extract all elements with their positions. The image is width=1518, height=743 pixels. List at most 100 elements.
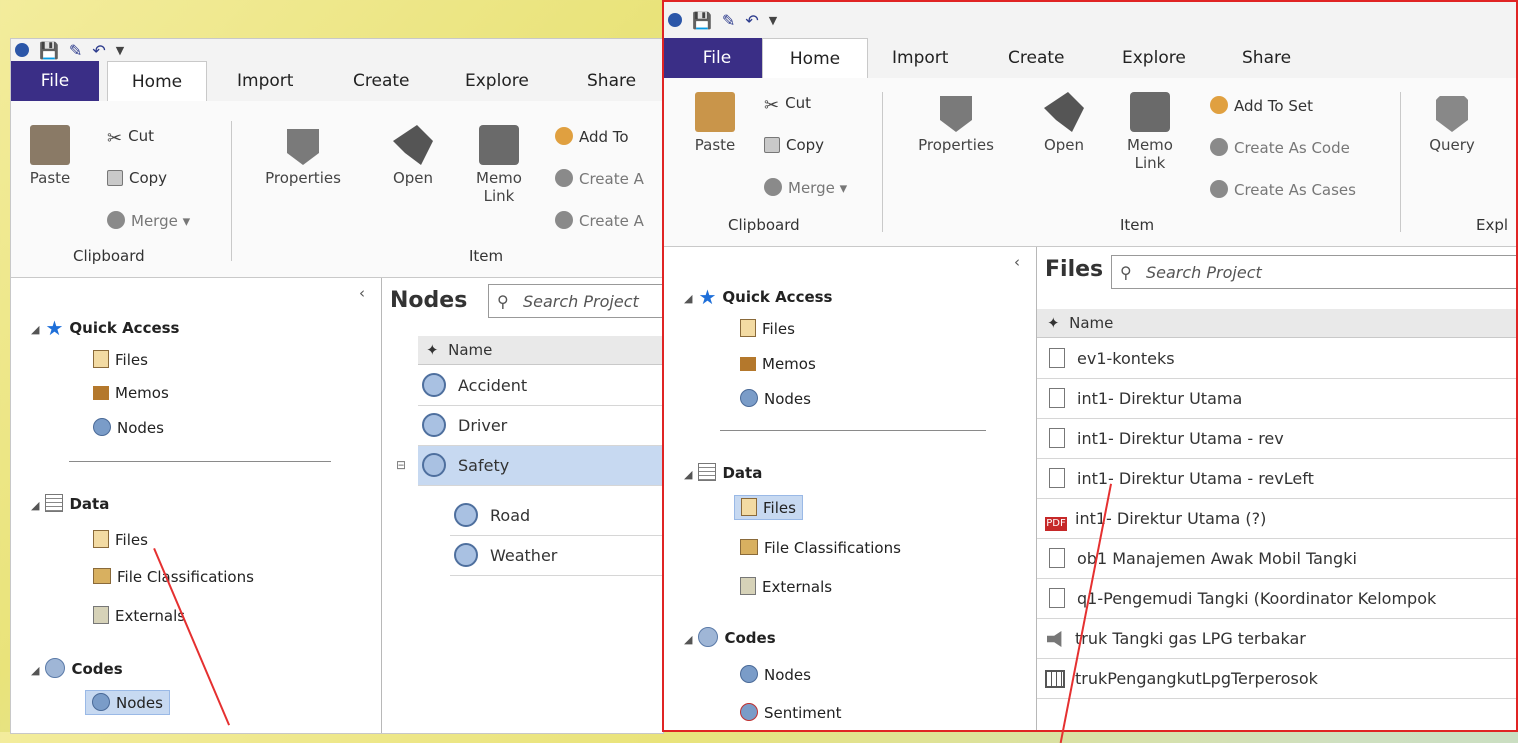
ribbon: Paste ✂ Cut Copy Merge ▾ Clipboard Proper… — [11, 101, 663, 278]
nav-qa-nodes[interactable]: Nodes — [740, 389, 811, 408]
nav-codes[interactable]: ◢ Codes — [31, 658, 123, 678]
customize-dropdown-icon[interactable]: ▼ — [769, 14, 777, 27]
nav-sentiment[interactable]: Sentiment — [740, 703, 842, 722]
properties-button[interactable]: Properties — [906, 92, 1006, 154]
open-button[interactable]: Open — [383, 125, 443, 187]
nav-data-files[interactable]: Files — [93, 530, 148, 549]
search-input[interactable]: ⚲ Search Project — [488, 284, 663, 318]
add-to-set-button[interactable]: Add To Set — [1210, 96, 1313, 115]
nav-file-classifications[interactable]: File Classifications — [740, 539, 901, 557]
expand-triangle-icon[interactable]: ◢ — [31, 664, 39, 677]
nav-qa-files[interactable]: Files — [93, 350, 148, 369]
table-row[interactable]: ev1-konteks — [1037, 339, 1516, 379]
nav-codes[interactable]: ◢ Codes — [684, 627, 776, 647]
collapse-node-icon[interactable]: ⊟ — [396, 458, 406, 472]
nav-externals[interactable]: Externals — [740, 577, 832, 596]
table-row[interactable]: trukPengangkutLpgTerperosok — [1037, 659, 1516, 699]
save-icon[interactable]: 💾 — [39, 41, 59, 60]
nav-qa-memos[interactable]: Memos — [740, 355, 816, 373]
properties-button[interactable]: Properties — [253, 125, 353, 187]
tab-share[interactable]: Share — [581, 61, 642, 101]
nav-quick-access[interactable]: ◢ ★ Quick Access — [684, 285, 833, 309]
row-label: ev1-konteks — [1077, 349, 1175, 368]
expand-triangle-icon[interactable]: ◢ — [684, 292, 692, 305]
tab-import[interactable]: Import — [231, 61, 299, 101]
table-row-selected[interactable]: Safety — [418, 446, 663, 486]
nav-qa-nodes[interactable]: Nodes — [93, 418, 164, 437]
nav-externals[interactable]: Externals — [93, 606, 185, 625]
collapse-pane-icon[interactable]: ‹ — [1014, 253, 1020, 271]
cut-button[interactable]: ✂ Cut — [107, 127, 154, 149]
tab-explore[interactable]: Explore — [459, 61, 535, 101]
app-icon[interactable] — [668, 13, 682, 27]
collapse-pane-icon[interactable]: ‹ — [359, 284, 365, 302]
nav-qa-memos[interactable]: Memos — [93, 384, 169, 402]
paste-button[interactable]: Paste — [25, 125, 75, 187]
paste-button[interactable]: Paste — [686, 92, 744, 154]
tab-share[interactable]: Share — [1236, 38, 1297, 78]
table-row[interactable]: ob1 Manajemen Awak Mobil Tangki — [1037, 539, 1516, 579]
nav-label: Externals — [115, 607, 186, 625]
table-row[interactable]: Road — [450, 496, 663, 536]
tab-home[interactable]: Home — [762, 38, 868, 80]
undo-icon[interactable]: ↶ — [92, 41, 105, 60]
row-label: int1- Direktur Utama - revLeft — [1077, 469, 1314, 488]
create-as-code-button[interactable]: Create A — [555, 169, 644, 188]
nav-data-files[interactable]: Files — [734, 495, 803, 520]
column-header-name[interactable]: ✦ Name — [418, 336, 663, 365]
create-as-code-label: Create As Code — [1234, 139, 1350, 157]
expand-triangle-icon[interactable]: ◢ — [684, 468, 692, 481]
table-row[interactable]: int1- Direktur Utama - rev — [1037, 419, 1516, 459]
nav-quick-access[interactable]: ◢ ★ Quick Access — [31, 316, 180, 340]
create-as-code-button[interactable]: Create As Code — [1210, 138, 1350, 157]
tab-file[interactable]: File — [664, 38, 770, 78]
nav-codes-nodes[interactable]: Nodes — [740, 665, 811, 684]
customize-dropdown-icon[interactable]: ▼ — [116, 44, 124, 57]
cut-button[interactable]: ✂ Cut — [764, 94, 811, 116]
edit-icon[interactable]: ✎ — [722, 11, 735, 30]
tab-home[interactable]: Home — [107, 61, 207, 103]
node-icon — [422, 453, 446, 477]
tab-explore[interactable]: Explore — [1116, 38, 1192, 78]
undo-icon[interactable]: ↶ — [745, 11, 758, 30]
table-row[interactable]: int1- Direktur Utama — [1037, 379, 1516, 419]
table-row[interactable]: truk Tangki gas LPG terbakar — [1037, 619, 1516, 659]
expand-triangle-icon[interactable]: ◢ — [31, 499, 39, 512]
nav-data[interactable]: ◢ Data — [31, 494, 109, 513]
open-button[interactable]: Open — [1034, 92, 1094, 154]
add-to-set-button[interactable]: Add To — [555, 127, 629, 146]
tab-file[interactable]: File — [11, 61, 99, 101]
nav-data[interactable]: ◢ Data — [684, 463, 762, 482]
add-to-set-label: Add To — [579, 128, 629, 146]
nav-codes-nodes[interactable]: Nodes — [85, 690, 170, 715]
merge-button[interactable]: Merge ▾ — [764, 178, 847, 197]
query-button[interactable]: Query — [1424, 92, 1480, 154]
merge-button[interactable]: Merge ▾ — [107, 211, 190, 230]
create-as-cases-button[interactable]: Create As Cases — [1210, 180, 1356, 199]
memo-link-button[interactable]: Memo Link — [469, 125, 529, 205]
search-input[interactable]: ⚲ Search Project — [1111, 255, 1516, 289]
copy-button[interactable]: Copy — [107, 169, 167, 187]
app-icon[interactable] — [15, 43, 29, 57]
copy-button[interactable]: Copy — [764, 136, 824, 154]
table-row[interactable]: q1-Pengemudi Tangki (Koordinator Kelompo… — [1037, 579, 1516, 619]
column-header-name[interactable]: ✦ Name — [1037, 309, 1516, 338]
memo-link-button[interactable]: Memo Link — [1120, 92, 1180, 172]
tab-create[interactable]: Create — [1002, 38, 1071, 78]
create-as-cases-button[interactable]: Create A — [555, 211, 644, 230]
table-row[interactable]: Accident — [418, 366, 663, 406]
table-row[interactable]: Driver — [418, 406, 663, 446]
data-icon — [698, 463, 717, 481]
table-row[interactable]: PDF int1- Direktur Utama (?) — [1037, 499, 1516, 539]
nav-label: Data — [69, 495, 110, 513]
expand-triangle-icon[interactable]: ◢ — [684, 633, 692, 646]
expand-triangle-icon[interactable]: ◢ — [31, 323, 39, 336]
tab-create[interactable]: Create — [347, 61, 416, 101]
nav-qa-files[interactable]: Files — [740, 319, 795, 338]
edit-icon[interactable]: ✎ — [69, 41, 82, 60]
table-row[interactable]: Weather — [450, 536, 663, 576]
nav-label: Codes — [71, 660, 123, 678]
nav-file-classifications[interactable]: File Classifications — [93, 568, 254, 586]
save-icon[interactable]: 💾 — [692, 11, 712, 30]
tab-import[interactable]: Import — [886, 38, 954, 78]
